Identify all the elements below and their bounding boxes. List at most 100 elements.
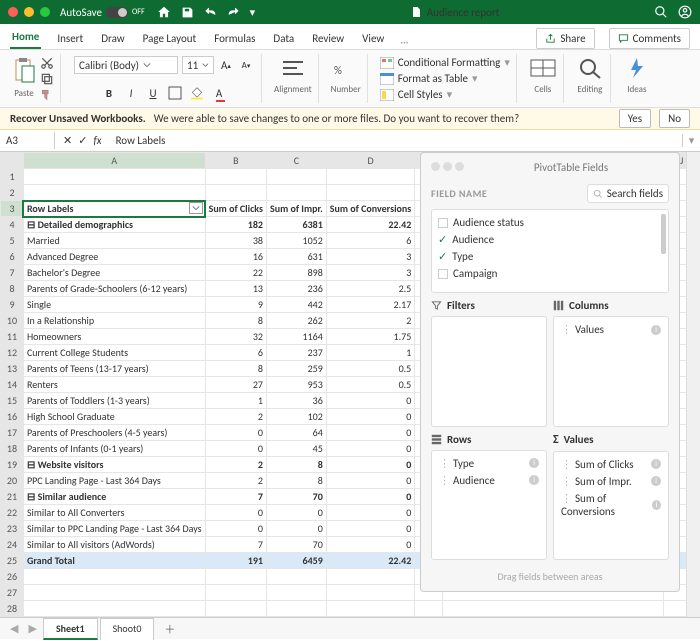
cell[interactable]: 13 bbox=[205, 281, 266, 297]
row-header[interactable]: 28 bbox=[1, 601, 24, 617]
cell[interactable]: 38 bbox=[205, 233, 266, 249]
cell[interactable]: 70 bbox=[266, 537, 326, 553]
cell[interactable]: 442 bbox=[266, 297, 326, 313]
cell[interactable]: 0 bbox=[326, 473, 414, 489]
filter-dropdown-button[interactable] bbox=[189, 202, 203, 214]
cell[interactable]: 0 bbox=[326, 409, 414, 425]
cell[interactable]: 0 bbox=[205, 441, 266, 457]
cell[interactable] bbox=[205, 569, 266, 585]
row-header[interactable]: 13 bbox=[1, 361, 24, 377]
paste-button[interactable]: Paste bbox=[12, 56, 36, 102]
cell[interactable] bbox=[266, 569, 326, 585]
row-header[interactable]: 9 bbox=[1, 297, 24, 313]
redo-icon[interactable] bbox=[227, 6, 240, 19]
row-header[interactable]: 23 bbox=[1, 521, 24, 537]
field-list[interactable]: Audience status✓Audience✓TypeCampaign bbox=[431, 209, 669, 293]
border-button[interactable] bbox=[167, 85, 183, 101]
row-header[interactable]: 2 bbox=[1, 185, 24, 201]
panel-window-controls[interactable] bbox=[431, 161, 467, 174]
cell[interactable]: 2 bbox=[326, 313, 414, 329]
cell[interactable]: Row Labels bbox=[23, 201, 205, 217]
scrollbar-thumb[interactable] bbox=[661, 214, 666, 254]
cell[interactable]: 0 bbox=[326, 393, 414, 409]
cell[interactable]: 102 bbox=[266, 409, 326, 425]
cell[interactable]: Bachelor's Degree bbox=[23, 265, 205, 281]
cell[interactable]: 3 bbox=[326, 265, 414, 281]
name-box[interactable]: A3 bbox=[0, 132, 55, 149]
cell[interactable]: 9 bbox=[205, 297, 266, 313]
cell[interactable]: 259 bbox=[266, 361, 326, 377]
row-header[interactable]: 21 bbox=[1, 489, 24, 505]
cell[interactable] bbox=[205, 185, 266, 201]
cell[interactable]: 191 bbox=[205, 553, 266, 569]
window-controls[interactable] bbox=[8, 7, 50, 17]
cell[interactable]: 22.42 bbox=[326, 217, 414, 233]
cell[interactable] bbox=[266, 185, 326, 201]
bold-button[interactable]: B bbox=[101, 85, 117, 101]
cell[interactable]: Single bbox=[23, 297, 205, 313]
cell[interactable] bbox=[266, 601, 326, 617]
tab-data[interactable]: Data bbox=[271, 28, 296, 49]
cell[interactable]: 0 bbox=[326, 489, 414, 505]
fill-color-button[interactable] bbox=[189, 85, 205, 101]
format-painter-icon[interactable] bbox=[40, 88, 54, 102]
field-checkbox-type[interactable]: ✓Type bbox=[438, 248, 662, 265]
cell[interactable]: 8 bbox=[205, 361, 266, 377]
format-as-table-button[interactable]: Format as Table▾ bbox=[380, 72, 510, 85]
cell[interactable] bbox=[23, 185, 205, 201]
decrease-font-icon[interactable]: A▾ bbox=[238, 57, 254, 73]
cell[interactable]: Homeowners bbox=[23, 329, 205, 345]
column-header-A[interactable]: A bbox=[23, 153, 205, 169]
cell[interactable]: 0 bbox=[266, 505, 326, 521]
row-header[interactable]: 8 bbox=[1, 281, 24, 297]
cell[interactable] bbox=[326, 185, 414, 201]
row-header[interactable]: 15 bbox=[1, 393, 24, 409]
cell[interactable]: Grand Total bbox=[23, 553, 205, 569]
cell[interactable] bbox=[326, 569, 414, 585]
cell[interactable] bbox=[266, 169, 326, 185]
cell[interactable]: 6 bbox=[205, 345, 266, 361]
field-checkbox-audience[interactable]: ✓Audience bbox=[438, 231, 662, 248]
tab-page-layout[interactable]: Page Layout bbox=[141, 28, 199, 49]
cell[interactable]: 1164 bbox=[266, 329, 326, 345]
cell[interactable] bbox=[326, 169, 414, 185]
info-icon[interactable]: i bbox=[529, 458, 539, 468]
field-checkbox-campaign[interactable]: Campaign bbox=[438, 265, 662, 282]
font-color-button[interactable]: A bbox=[211, 85, 227, 101]
cell[interactable]: 36 bbox=[266, 393, 326, 409]
row-header[interactable]: 3 bbox=[1, 201, 24, 217]
copy-icon[interactable] bbox=[40, 72, 54, 86]
cell[interactable]: 70 bbox=[266, 489, 326, 505]
conditional-formatting-button[interactable]: Conditional Formatting▾ bbox=[380, 56, 510, 69]
cell[interactable]: Parents of Grade-Schoolers (6-12 years) bbox=[23, 281, 205, 297]
cell[interactable]: 237 bbox=[266, 345, 326, 361]
cell[interactable]: Advanced Degree bbox=[23, 249, 205, 265]
cell[interactable]: 2 bbox=[205, 409, 266, 425]
area-item[interactable]: ⋮Sum of Conversionsi bbox=[558, 490, 664, 520]
cell[interactable]: 2 bbox=[205, 457, 266, 473]
cell[interactable] bbox=[326, 601, 414, 617]
cell[interactable]: 2.5 bbox=[326, 281, 414, 297]
cell[interactable]: High School Graduate bbox=[23, 409, 205, 425]
cell[interactable]: Similar to PPC Landing Page - Last 364 D… bbox=[23, 521, 205, 537]
info-icon[interactable]: i bbox=[652, 500, 661, 510]
cell[interactable] bbox=[266, 585, 326, 601]
increase-font-icon[interactable]: A▴ bbox=[218, 57, 234, 73]
cell[interactable]: 1 bbox=[326, 345, 414, 361]
info-icon[interactable]: i bbox=[651, 476, 661, 486]
row-header[interactable]: 7 bbox=[1, 265, 24, 281]
undo-icon[interactable] bbox=[204, 6, 217, 19]
cell[interactable]: ⊟ Detailed demographics bbox=[23, 217, 205, 233]
info-icon[interactable]: i bbox=[651, 459, 661, 469]
home-icon[interactable] bbox=[157, 5, 171, 19]
cell[interactable]: 1052 bbox=[266, 233, 326, 249]
cell[interactable]: Similar to All Converters bbox=[23, 505, 205, 521]
cell[interactable]: 6 bbox=[326, 233, 414, 249]
row-header[interactable]: 12 bbox=[1, 345, 24, 361]
row-header[interactable]: 17 bbox=[1, 425, 24, 441]
ideas-button[interactable]: Ideas bbox=[623, 56, 651, 95]
tab-draw[interactable]: Draw bbox=[99, 28, 126, 49]
autosave-toggle[interactable]: AutoSave OFF bbox=[60, 6, 145, 19]
cell[interactable]: 0 bbox=[205, 521, 266, 537]
row-header[interactable]: 24 bbox=[1, 537, 24, 553]
